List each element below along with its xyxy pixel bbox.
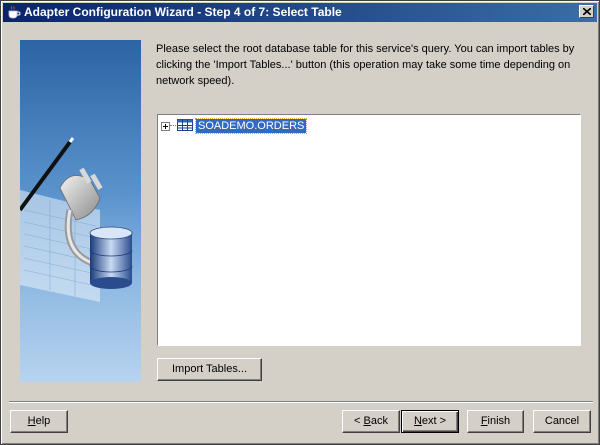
table-tree[interactable]: SOADEMO.ORDERS bbox=[157, 114, 581, 346]
window-title: Adapter Configuration Wizard - Step 4 of… bbox=[24, 5, 342, 19]
finish-button[interactable]: Finish bbox=[467, 410, 524, 433]
tree-node[interactable]: SOADEMO.ORDERS bbox=[161, 118, 308, 134]
tree-node-label[interactable]: SOADEMO.ORDERS bbox=[194, 118, 308, 134]
cancel-button[interactable]: Cancel bbox=[533, 410, 591, 433]
wizard-dialog: Adapter Configuration Wizard - Step 4 of… bbox=[0, 0, 600, 445]
table-icon bbox=[177, 118, 193, 134]
title-bar[interactable]: Adapter Configuration Wizard - Step 4 of… bbox=[3, 3, 597, 22]
tree-connector bbox=[170, 125, 176, 127]
java-cup-icon bbox=[6, 5, 21, 20]
back-button[interactable]: < Back bbox=[342, 410, 400, 433]
close-icon bbox=[583, 8, 591, 15]
close-button[interactable] bbox=[579, 5, 594, 18]
instructions-text: Please select the root database table fo… bbox=[156, 43, 575, 87]
import-tables-button[interactable]: Import Tables... bbox=[157, 358, 262, 381]
wizard-side-illustration bbox=[20, 40, 141, 382]
button-separator bbox=[9, 401, 593, 403]
expand-toggle-icon[interactable] bbox=[161, 121, 170, 131]
next-button[interactable]: Next > bbox=[401, 410, 459, 433]
help-button[interactable]: Help bbox=[10, 410, 68, 433]
